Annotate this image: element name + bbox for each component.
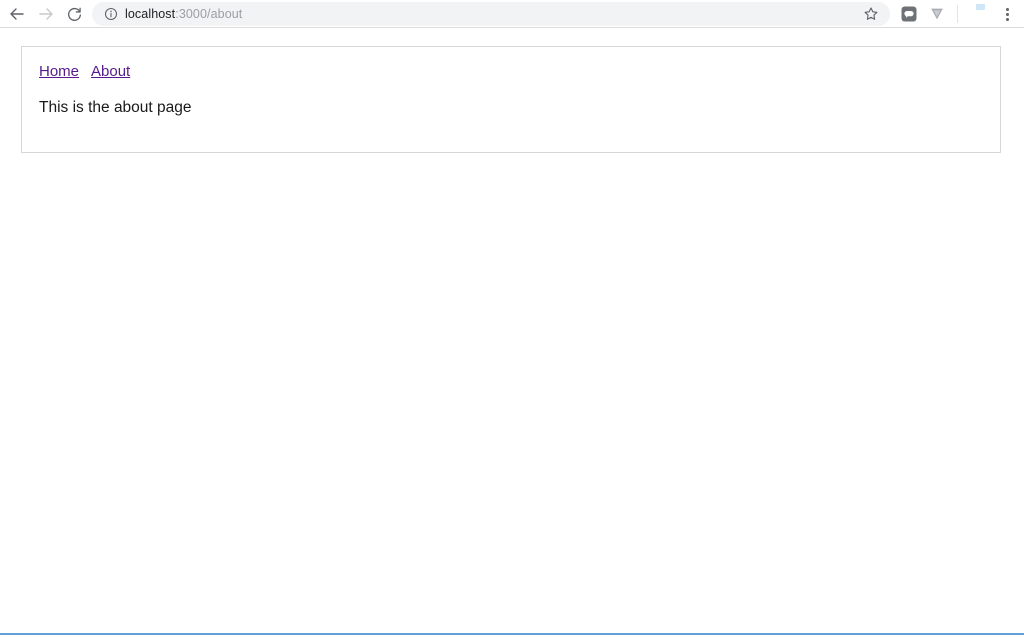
url-host: localhost [125,7,176,21]
nav-link-home[interactable]: Home [39,63,79,80]
avatar[interactable] [970,2,992,24]
page-viewport: Home About This is the about page [0,29,1024,637]
url-text[interactable]: localhost:3000/about [125,2,242,26]
page-body-text: This is the about page [39,99,192,116]
app-container: Home About This is the about page [21,46,1001,153]
toolbar-divider [957,5,958,23]
forward-button[interactable] [34,2,58,26]
menu-dot [1005,7,1009,11]
arrow-left-icon [8,5,26,23]
star-outline-icon[interactable] [863,6,879,22]
menu-dot [1005,17,1009,21]
chat-bubble-icon[interactable] [898,3,920,25]
avatar-blip [976,4,985,10]
nav-link-about[interactable]: About [91,63,130,80]
bottom-rule [0,633,1024,635]
reload-icon [66,6,83,23]
back-button[interactable] [5,2,29,26]
arrow-right-icon [37,5,55,23]
three-dot-menu-icon[interactable] [997,3,1017,25]
site-nav: Home About [39,63,130,81]
address-bar[interactable]: localhost:3000/about [92,2,890,26]
browser-toolbar: localhost:3000/about [0,0,1024,28]
reload-button[interactable] [62,2,86,26]
info-circle-icon[interactable] [104,7,118,21]
menu-dot [1005,12,1009,16]
v-triangle-icon[interactable] [926,3,948,25]
url-path: :3000/about [175,7,243,21]
